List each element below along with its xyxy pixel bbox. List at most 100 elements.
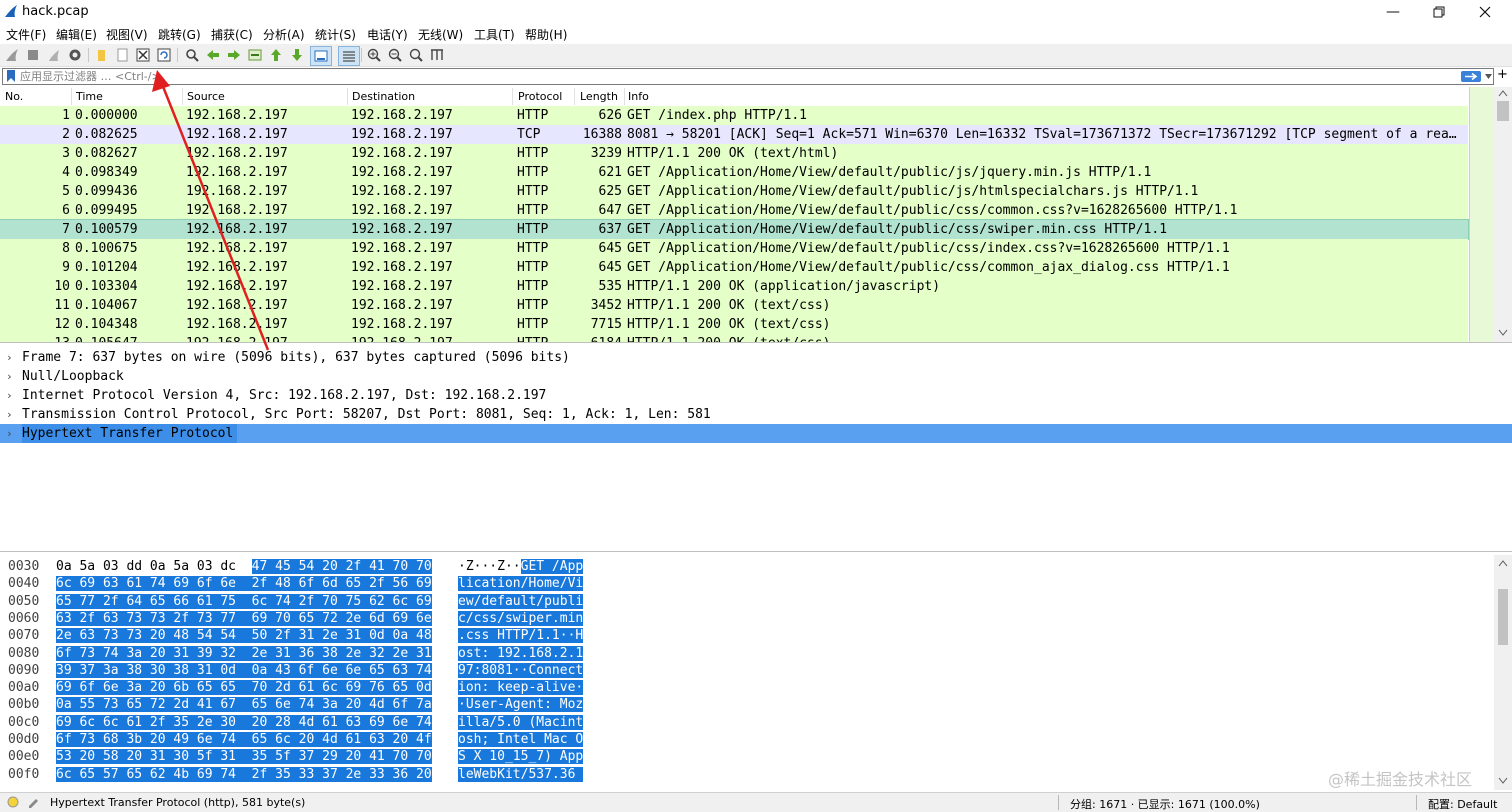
menu-telephony[interactable]: 电话(Y) [367, 26, 408, 43]
hex-bytes[interactable]: 6c 65 57 65 62 4b 69 74 2f 35 33 37 2e 3… [56, 766, 432, 783]
menu-go[interactable]: 跳转(G) [158, 26, 201, 43]
restore-button[interactable] [1416, 0, 1462, 24]
expert-info-icon[interactable] [7, 796, 19, 808]
hex-bytes[interactable]: 69 6f 6e 3a 20 6b 65 65 70 2d 61 6c 69 7… [56, 679, 432, 696]
start-capture-button[interactable] [3, 46, 21, 64]
detail-tree-item[interactable]: › Internet Protocol Version 4, Src: 192.1… [0, 386, 1512, 405]
hex-bytes[interactable]: 6c 69 63 61 74 69 6f 6e 2f 48 6f 6d 65 2… [56, 575, 432, 592]
first-packet-button[interactable] [267, 46, 285, 64]
packet-row[interactable]: 3 0.082627 192.168.2.197 192.168.2.197 HTTP 3… [0, 144, 1468, 163]
packet-row[interactable]: 7 0.100579 192.168.2.197 192.168.2.197 HTTP 6… [0, 219, 1469, 240]
packet-row[interactable]: 1 0.000000 192.168.2.197 192.168.2.197 HTTP 6… [0, 106, 1468, 125]
ascii-bytes[interactable]: ·User-Agent: Moz [458, 696, 584, 713]
capture-options-button[interactable] [66, 46, 84, 64]
packet-row[interactable]: 5 0.099436 192.168.2.197 192.168.2.197 HTTP 6… [0, 182, 1468, 201]
expand-chevron-icon[interactable]: › [6, 405, 16, 424]
resize-columns-button[interactable] [428, 46, 446, 64]
edit-comment-icon[interactable] [27, 796, 39, 808]
ascii-bytes[interactable]: ew/default/publi [458, 593, 584, 610]
column-header-source[interactable]: Source [187, 90, 225, 103]
status-profile[interactable]: 配置: Default [1428, 796, 1497, 812]
go-back-button[interactable] [204, 46, 222, 64]
ascii-bytes[interactable]: ost: 192.168.2.1 [458, 645, 584, 662]
packet-minimap[interactable] [1469, 87, 1494, 342]
expand-chevron-icon[interactable]: › [6, 386, 16, 405]
hex-bytes[interactable]: 53 20 58 20 31 30 5f 31 35 5f 37 29 20 4… [56, 748, 432, 765]
ascii-bytes[interactable]: lication/Home/Vi [458, 575, 584, 592]
menu-tools[interactable]: 工具(T) [474, 26, 515, 43]
hex-bytes[interactable]: 0a 5a 03 dd 0a 5a 03 dc 47 45 54 20 2f 4… [56, 558, 432, 575]
ascii-bytes[interactable]: ·Z···Z··GET /App [458, 558, 584, 575]
packet-row[interactable]: 4 0.098349 192.168.2.197 192.168.2.197 HTTP 6… [0, 163, 1468, 182]
zoom-out-button[interactable] [386, 46, 404, 64]
column-header-no[interactable]: No. [5, 90, 23, 103]
ascii-bytes[interactable]: ion: keep-alive· [458, 679, 584, 696]
packet-row[interactable]: 11 0.104067 192.168.2.197 192.168.2.197 HTTP… [0, 296, 1468, 315]
hex-bytes[interactable]: 6f 73 68 3b 20 49 6e 74 65 6c 20 4d 61 6… [56, 731, 432, 748]
column-header-protocol[interactable]: Protocol [518, 90, 562, 103]
minimize-button[interactable]: — [1370, 0, 1416, 24]
packet-row[interactable]: 12 0.104348 192.168.2.197 192.168.2.197 HTTP… [0, 315, 1468, 334]
detail-tree-item[interactable]: › Frame 7: 637 bytes on wire (5096 bits),… [0, 348, 1512, 367]
bytes-scroll-thumb[interactable] [1498, 589, 1508, 645]
bookmark-icon[interactable] [6, 70, 16, 82]
hex-bytes[interactable]: 0a 55 73 65 72 2d 41 67 65 6e 74 3a 20 4… [56, 696, 432, 713]
hex-bytes[interactable]: 2e 63 73 73 20 48 54 54 50 2f 31 2e 31 0… [56, 627, 432, 644]
go-forward-button[interactable] [225, 46, 243, 64]
zoom-in-button[interactable] [365, 46, 383, 64]
ascii-bytes[interactable]: leWebKit/537.36 [458, 766, 584, 783]
hex-bytes[interactable]: 39 37 3a 38 30 38 31 0d 0a 43 6f 6e 6e 6… [56, 662, 432, 679]
filter-history-dropdown-icon[interactable] [1485, 72, 1492, 80]
menu-capture[interactable]: 捕获(C) [211, 26, 253, 43]
menu-file[interactable]: 文件(F) [6, 26, 46, 43]
packet-row[interactable]: 9 0.101204 192.168.2.197 192.168.2.197 HTTP 6… [0, 258, 1468, 277]
ascii-bytes[interactable]: 97:8081··Connect [458, 662, 584, 679]
close-button[interactable] [1462, 0, 1508, 24]
last-packet-button[interactable] [288, 46, 306, 64]
packet-row[interactable]: 8 0.100675 192.168.2.197 192.168.2.197 HTTP 6… [0, 239, 1468, 258]
restart-capture-button[interactable] [45, 46, 63, 64]
ascii-bytes[interactable]: .css HTTP/1.1··H [458, 627, 584, 644]
expand-chevron-icon[interactable]: › [6, 367, 16, 386]
column-header-time[interactable]: Time [76, 90, 103, 103]
scroll-down-icon[interactable] [1498, 329, 1508, 336]
menu-statistics[interactable]: 统计(S) [315, 26, 356, 43]
ascii-bytes[interactable]: illa/5.0 (Macint [458, 714, 584, 731]
ascii-bytes[interactable]: osh; Intel Mac O [458, 731, 584, 748]
expand-chevron-icon[interactable]: › [6, 348, 16, 367]
scroll-up-icon[interactable] [1498, 90, 1508, 97]
menu-help[interactable]: 帮助(H) [525, 26, 567, 43]
packet-row[interactable]: 13 0.105647 192.168.2.197 192.168.2.197 HTTP… [0, 334, 1468, 342]
stop-capture-button[interactable] [24, 46, 42, 64]
packet-row[interactable]: 10 0.103304 192.168.2.197 192.168.2.197 HTTP… [0, 277, 1468, 296]
ascii-bytes[interactable]: c/css/swiper.min [458, 610, 584, 627]
go-to-packet-button[interactable] [246, 46, 264, 64]
detail-tree-item[interactable]: › Null/Loopback [0, 367, 1512, 386]
column-header-destination[interactable]: Destination [352, 90, 415, 103]
hex-bytes[interactable]: 63 2f 63 73 73 2f 73 77 69 70 65 72 2e 6… [56, 610, 432, 627]
ascii-bytes[interactable]: S X 10_15_7) App [458, 748, 584, 765]
hex-bytes[interactable]: 65 77 2f 64 65 66 61 75 6c 74 2f 70 75 6… [56, 593, 432, 610]
menu-edit[interactable]: 编辑(E) [56, 26, 97, 43]
column-header-length[interactable]: Length [580, 90, 618, 103]
packet-row[interactable]: 6 0.099495 192.168.2.197 192.168.2.197 HTTP 6… [0, 201, 1468, 220]
detail-tree-item[interactable]: › Hypertext Transfer Protocol [0, 424, 1512, 443]
scroll-down-icon[interactable] [1498, 777, 1508, 784]
add-filter-button[interactable]: + [1497, 67, 1508, 82]
packet-row[interactable]: 2 0.082625 192.168.2.197 192.168.2.197 TCP 16… [0, 125, 1468, 144]
packet-list-scrollbar[interactable] [1494, 87, 1512, 342]
zoom-reset-button[interactable] [407, 46, 425, 64]
expand-chevron-icon[interactable]: › [6, 424, 16, 443]
menu-wireless[interactable]: 无线(W) [418, 26, 463, 43]
open-file-button[interactable] [92, 46, 110, 64]
display-filter-input[interactable] [20, 69, 1440, 84]
column-header-info[interactable]: Info [628, 90, 649, 103]
find-packet-button[interactable] [183, 46, 201, 64]
autoscroll-button[interactable] [310, 46, 332, 66]
menu-analyze[interactable]: 分析(A) [263, 26, 305, 43]
apply-filter-arrow-icon[interactable] [1461, 71, 1481, 82]
scroll-up-icon[interactable] [1498, 560, 1508, 567]
bytes-scrollbar[interactable] [1494, 555, 1512, 790]
colorize-button[interactable] [338, 46, 360, 66]
close-file-button[interactable] [134, 46, 152, 64]
